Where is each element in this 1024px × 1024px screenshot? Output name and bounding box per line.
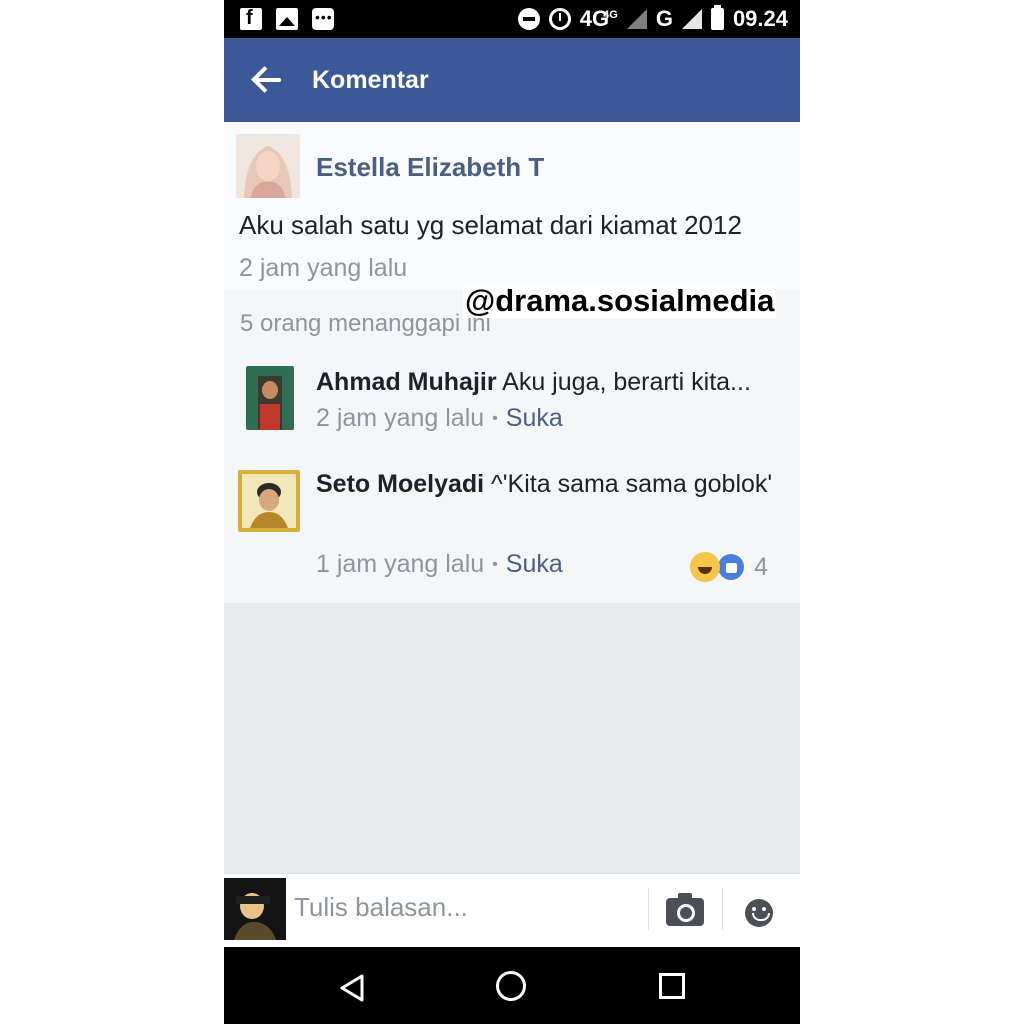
camera-icon[interactable] <box>666 893 704 926</box>
reply-author[interactable]: Seto Moelyadi <box>316 470 484 498</box>
reply-text: Aku juga, berarti kita... <box>502 368 751 396</box>
like-reaction-icon <box>716 552 747 582</box>
network-type: 4G4G <box>579 6 618 31</box>
separator-dot: • <box>492 555 498 573</box>
replies-section: 5 orang menanggapi ini Ahmad Muhajir Aku… <box>224 290 800 603</box>
avatar[interactable] <box>246 366 294 430</box>
divider <box>648 888 649 930</box>
app-bar: Komentar <box>224 38 800 122</box>
reply-timestamp: 2 jam yang lalu <box>316 404 485 432</box>
nav-back-icon[interactable] <box>338 973 366 1003</box>
reply-meta: 2 jam yang lalu • Suka <box>316 404 563 433</box>
page-title: Komentar <box>312 65 429 94</box>
phone-screen: 4G4G G 09.24 Komentar Estella Elizabeth … <box>224 0 800 1024</box>
reply-composer <box>224 873 800 947</box>
reactions[interactable]: 4 <box>690 552 768 582</box>
message-icon <box>312 8 334 30</box>
clock: 09.24 <box>732 6 788 31</box>
reply-author[interactable]: Ahmad Muhajir <box>316 368 497 396</box>
separator-dot: • <box>492 409 498 427</box>
comment-author[interactable]: Estella Elizabeth T <box>316 152 544 183</box>
avatar <box>224 878 286 940</box>
comment-timestamp: 2 jam yang lalu <box>239 254 408 282</box>
home-icon[interactable] <box>496 971 526 1001</box>
navigation-bar <box>224 947 800 1024</box>
reply-input[interactable] <box>294 892 634 923</box>
reply-timestamp: 1 jam yang lalu <box>316 550 485 578</box>
image-icon <box>276 8 298 30</box>
like-button[interactable]: Suka <box>506 404 563 433</box>
reply-text: ^'Kita sama sama goblok' <box>491 470 773 498</box>
status-bar: 4G4G G 09.24 <box>224 0 800 38</box>
notification-icons <box>240 7 334 30</box>
divider <box>722 888 723 930</box>
signal-icon-2 <box>681 9 702 29</box>
recent-apps-icon[interactable] <box>659 973 685 999</box>
watermark: @drama.sosialmedia <box>463 283 777 318</box>
reply-count[interactable]: 5 orang menanggapi ini <box>240 310 491 338</box>
comment-text: Aku salah satu yg selamat dari kiamat 20… <box>239 210 742 240</box>
signal-icon <box>626 9 647 29</box>
reply-content: Seto Moelyadi ^'Kita sama sama goblok' <box>316 466 780 502</box>
battery-icon <box>710 5 724 30</box>
alarm-icon <box>548 8 571 30</box>
like-button[interactable]: Suka <box>506 550 563 579</box>
reply-content: Ahmad Muhajir Aku juga, berarti kita... <box>316 364 780 400</box>
reply-meta: 1 jam yang lalu • Suka <box>316 550 563 579</box>
avatar[interactable] <box>236 134 300 198</box>
do-not-disturb-icon <box>517 8 540 30</box>
facebook-icon <box>240 7 262 30</box>
system-icons: 4G4G G 09.24 <box>517 5 788 32</box>
reaction-count: 4 <box>754 552 768 581</box>
avatar[interactable] <box>238 470 300 532</box>
emoji-icon[interactable] <box>745 899 773 927</box>
original-comment: Estella Elizabeth T Aku salah satu yg se… <box>224 122 800 290</box>
back-arrow-icon[interactable] <box>250 63 284 97</box>
haha-reaction-icon <box>690 552 721 582</box>
network-type-2: G <box>655 6 673 31</box>
